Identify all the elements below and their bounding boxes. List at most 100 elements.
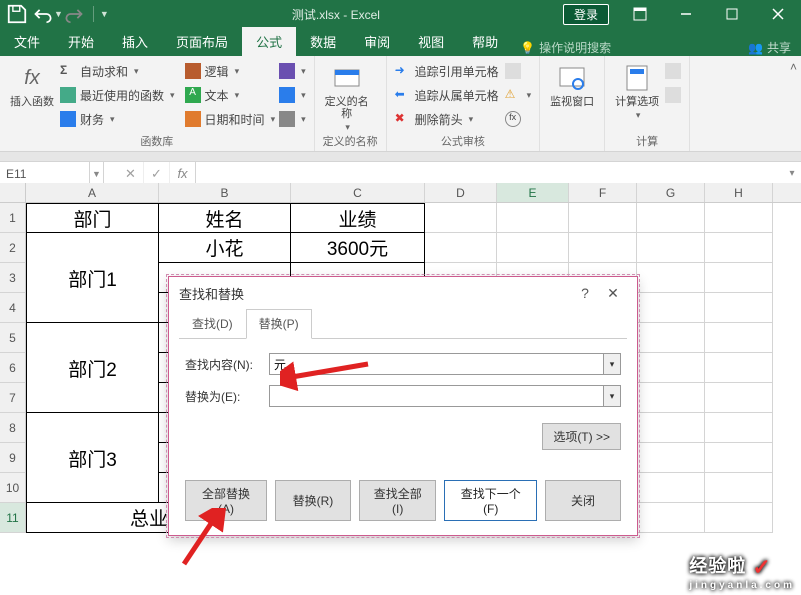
tab-find[interactable]: 查找(D)	[179, 309, 246, 338]
calc-options-button[interactable]: 计算选项 ▾	[613, 60, 661, 121]
cell[interactable]	[637, 353, 705, 383]
dialog-close-icon[interactable]: ✕	[599, 285, 627, 302]
calc-now-button[interactable]	[665, 60, 681, 82]
show-formulas-button[interactable]	[505, 60, 532, 82]
row-header-6[interactable]: 6	[0, 353, 26, 383]
col-header-D[interactable]: D	[425, 183, 497, 202]
cell[interactable]	[569, 203, 637, 233]
row-header-1[interactable]: 1	[0, 203, 26, 233]
tab-review[interactable]: 审阅	[350, 27, 404, 56]
row-header-7[interactable]: 7	[0, 383, 26, 413]
lookup-button[interactable]: ▾	[279, 60, 306, 82]
watch-window-button[interactable]: 监视窗口	[548, 60, 596, 108]
tab-help[interactable]: 帮助	[458, 27, 512, 56]
cell[interactable]	[705, 473, 773, 503]
cancel-edit-icon[interactable]: ✕	[118, 162, 144, 185]
redo-icon[interactable]	[65, 3, 87, 25]
maximize-icon[interactable]	[709, 0, 755, 28]
ribbon-options-icon[interactable]	[617, 0, 663, 28]
row-header-3[interactable]: 3	[0, 263, 26, 293]
autosum-button[interactable]: Σ自动求和▾	[60, 60, 175, 82]
options-button[interactable]: 选项(T) >>	[542, 423, 621, 450]
text-button[interactable]: A文本▾	[185, 84, 276, 106]
row-header-5[interactable]: 5	[0, 323, 26, 353]
cell[interactable]	[705, 413, 773, 443]
insert-function-button[interactable]: fx 插入函数	[8, 60, 56, 108]
col-header-E[interactable]: E	[497, 183, 569, 202]
cell[interactable]	[425, 233, 497, 263]
cell[interactable]	[637, 323, 705, 353]
cell[interactable]	[637, 293, 705, 323]
row-header-8[interactable]: 8	[0, 413, 26, 443]
cell[interactable]: 姓名	[159, 203, 291, 233]
tab-formula[interactable]: 公式	[242, 27, 296, 56]
cell[interactable]: 3600元	[291, 233, 425, 263]
cell[interactable]	[705, 203, 773, 233]
login-button[interactable]: 登录	[563, 4, 609, 25]
tab-replace[interactable]: 替换(P)	[246, 309, 312, 339]
cell[interactable]	[705, 353, 773, 383]
replace-input[interactable]	[269, 385, 621, 407]
undo-dropdown-icon[interactable]: ▼	[54, 9, 63, 19]
col-header-H[interactable]: H	[705, 183, 773, 202]
cell[interactable]: 部门3	[26, 443, 159, 473]
name-box-dropdown-icon[interactable]: ▼	[90, 162, 104, 185]
row-header-9[interactable]: 9	[0, 443, 26, 473]
cell[interactable]: 小花	[159, 233, 291, 263]
tab-insert[interactable]: 插入	[108, 27, 162, 56]
minimize-icon[interactable]	[663, 0, 709, 28]
col-header-C[interactable]: C	[291, 183, 425, 202]
close-button[interactable]: 关闭	[545, 480, 621, 521]
tab-view[interactable]: 视图	[404, 27, 458, 56]
cell[interactable]	[637, 503, 705, 533]
cell[interactable]	[26, 293, 159, 323]
financial-button[interactable]: 财务▾	[60, 108, 175, 130]
row-header-10[interactable]: 10	[0, 473, 26, 503]
row-header-2[interactable]: 2	[0, 233, 26, 263]
cell[interactable]	[569, 233, 637, 263]
trace-precedents-button[interactable]: ➜追踪引用单元格	[395, 60, 499, 82]
cell[interactable]	[497, 233, 569, 263]
confirm-edit-icon[interactable]: ✓	[144, 162, 170, 185]
tab-layout[interactable]: 页面布局	[162, 27, 242, 56]
cell[interactable]: 部门1	[26, 263, 159, 293]
close-icon[interactable]	[755, 0, 801, 28]
find-next-button[interactable]: 查找下一个(F)	[444, 480, 537, 521]
calc-sheet-button[interactable]	[665, 84, 681, 106]
cell[interactable]: 部门	[26, 203, 159, 233]
cell[interactable]	[705, 443, 773, 473]
error-check-button[interactable]: ⚠▾	[505, 84, 532, 106]
datetime-button[interactable]: 日期和时间▾	[185, 108, 276, 130]
cell[interactable]	[637, 383, 705, 413]
tab-data[interactable]: 数据	[296, 27, 350, 56]
math-button[interactable]: ▾	[279, 84, 306, 106]
cell[interactable]	[705, 383, 773, 413]
cell[interactable]: 部门2	[26, 353, 159, 383]
col-header-B[interactable]: B	[159, 183, 291, 202]
recent-functions-button[interactable]: 最近使用的函数▾	[60, 84, 175, 106]
cell[interactable]	[26, 233, 159, 263]
save-icon[interactable]	[6, 3, 28, 25]
row-header-11[interactable]: 11	[0, 503, 26, 533]
cell[interactable]	[637, 473, 705, 503]
formula-input[interactable]	[196, 162, 783, 185]
cell[interactable]	[705, 323, 773, 353]
replace-dropdown-icon[interactable]: ▾	[603, 385, 621, 407]
qat-customize-icon[interactable]: ▼	[100, 9, 109, 19]
share-button[interactable]: 👥 共享	[748, 39, 791, 56]
col-header-G[interactable]: G	[637, 183, 705, 202]
cell[interactable]	[705, 293, 773, 323]
cell[interactable]: 业绩	[291, 203, 425, 233]
name-box[interactable]: E11	[0, 162, 90, 185]
row-header-4[interactable]: 4	[0, 293, 26, 323]
tab-file[interactable]: 文件	[0, 27, 54, 56]
undo-icon[interactable]	[30, 3, 52, 25]
cell[interactable]	[637, 263, 705, 293]
find-all-button[interactable]: 查找全部(I)	[359, 480, 437, 521]
dialog-help-icon[interactable]: ?	[571, 285, 599, 301]
find-dropdown-icon[interactable]: ▾	[603, 353, 621, 375]
cell[interactable]	[26, 413, 159, 443]
cell[interactable]	[26, 383, 159, 413]
formula-expand-icon[interactable]: ▾	[783, 168, 801, 179]
cell[interactable]	[26, 323, 159, 353]
